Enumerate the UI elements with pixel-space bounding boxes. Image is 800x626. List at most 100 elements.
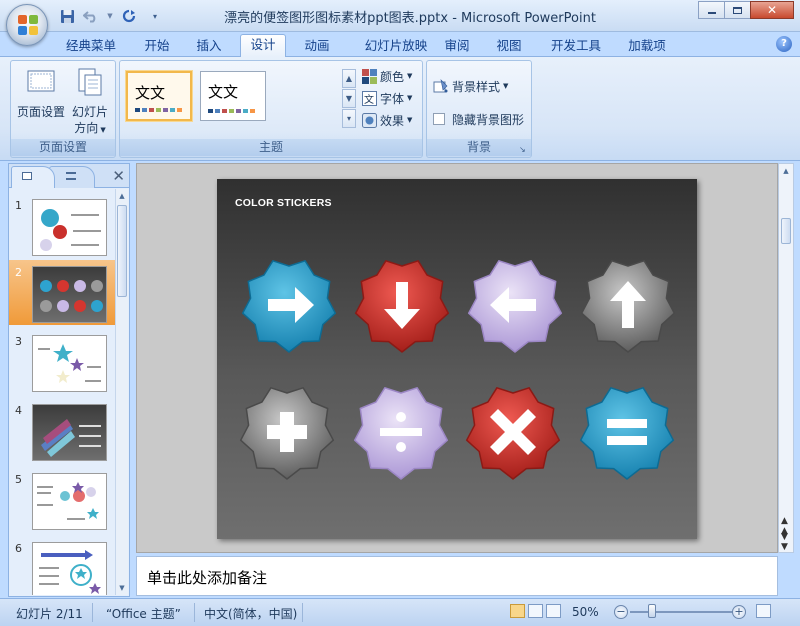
close-button[interactable]: ✕ — [750, 1, 794, 19]
checkbox-icon — [433, 113, 445, 125]
tab-insert[interactable]: 插入 — [188, 36, 230, 56]
slide-thumbnail[interactable]: 5 — [9, 467, 115, 532]
slide-2-preview — [32, 266, 107, 323]
slide-orientation-button[interactable]: 幻灯片 方向 ▼ — [67, 67, 113, 138]
slide-5-preview — [32, 473, 107, 530]
redo-icon — [122, 9, 136, 23]
slide-thumbnail[interactable]: 6 — [9, 536, 115, 595]
sticker-divide-icon[interactable] — [351, 382, 451, 482]
tab-slides[interactable] — [11, 166, 55, 188]
tab-view[interactable]: 视图 — [488, 36, 530, 56]
scroll-down-icon[interactable]: ▼ — [116, 581, 128, 595]
title-bar: ▼ ▾ 漂亮的便签图形图标素材ppt图表.pptx - Microsoft Po… — [0, 0, 800, 32]
zoom-in-icon[interactable]: + — [732, 605, 746, 619]
outline-icon — [66, 172, 76, 180]
save-button[interactable] — [58, 7, 76, 25]
theme-office-selected[interactable]: 文文 — [126, 71, 192, 121]
effects-icon — [362, 112, 377, 128]
save-icon — [60, 9, 74, 23]
theme-fonts-button[interactable]: 文 字体 ▼ — [362, 88, 412, 108]
sticker-equals-icon[interactable] — [577, 382, 677, 482]
dropdown-arrow-icon: ▼ — [407, 72, 413, 80]
zoom-slider[interactable] — [630, 611, 734, 613]
undo-button[interactable] — [82, 7, 100, 25]
notes-placeholder: 单击此处添加备注 — [147, 569, 268, 587]
slide-thumbnail-selected[interactable]: 2 — [9, 260, 115, 325]
minimize-icon — [707, 11, 716, 14]
slides-pane-scrollbar[interactable]: ▲ ▼ — [115, 189, 128, 595]
sticker-multiply-icon[interactable] — [463, 382, 563, 482]
tab-design[interactable]: 设计 — [240, 34, 286, 57]
tab-outline[interactable] — [49, 166, 95, 188]
slides-icon — [22, 172, 32, 180]
customize-qat-icon[interactable]: ▾ — [150, 7, 160, 25]
page-setup-button[interactable]: 页面设置 — [17, 67, 65, 120]
slide-title[interactable]: COLOR STICKERS — [235, 197, 332, 209]
slide-thumbnail[interactable]: 1 — [9, 193, 115, 258]
tab-animations[interactable]: 动画 — [296, 36, 338, 56]
language-indicator[interactable]: 中文(简体，中国) — [204, 605, 297, 622]
dialog-launcher-icon[interactable]: ↘ — [519, 145, 528, 154]
tab-review[interactable]: 审阅 — [436, 36, 478, 56]
slide-thumbnail[interactable]: 4 — [9, 398, 115, 463]
slide-thumbnail[interactable]: 3 — [9, 329, 115, 394]
tab-slide-show[interactable]: 幻灯片放映 — [350, 36, 442, 56]
undo-dropdown-icon[interactable]: ▼ — [106, 7, 114, 25]
redo-button[interactable] — [120, 7, 138, 25]
fit-to-window-icon[interactable] — [756, 604, 771, 618]
status-bar: 幻灯片 2/11 “Office 主题” 中文(简体，中国) 50% − + — [0, 598, 800, 626]
background-styles-button[interactable]: 背景样式 ▼ — [433, 76, 508, 96]
zoom-out-icon[interactable]: − — [614, 605, 628, 619]
slide-editing-area: COLOR STICKERS — [136, 163, 778, 553]
theme-effects-button[interactable]: 效果 ▼ — [362, 110, 412, 130]
sticker-arrow-left-icon[interactable] — [465, 255, 565, 355]
scroll-up-icon[interactable]: ▲ — [779, 164, 793, 178]
office-button[interactable] — [6, 4, 48, 46]
close-pane-icon[interactable]: ✕ — [112, 167, 125, 185]
fonts-icon: 文 — [362, 90, 377, 106]
window-title: 漂亮的便签图形图标素材ppt图表.pptx - Microsoft PowerP… — [224, 11, 596, 26]
slide-canvas[interactable]: COLOR STICKERS — [217, 179, 697, 539]
gallery-down-button[interactable]: ▼ — [342, 89, 356, 108]
sticker-plus-icon[interactable] — [237, 382, 337, 482]
slide-orientation-icon — [78, 68, 102, 96]
slide-scrollbar[interactable]: ▲ ▲ ▲ ▼ ▼ — [778, 163, 794, 553]
tab-classic-menu[interactable]: 经典菜单 — [58, 36, 124, 56]
tab-add-ins[interactable]: 加载项 — [620, 36, 674, 56]
zoom-slider-thumb[interactable] — [648, 604, 656, 618]
quick-access-toolbar: ▼ ▾ — [58, 6, 160, 26]
next-slide-icon[interactable]: ▼ ▼ — [781, 532, 788, 552]
group-page-setup: 页面设置 幻灯片 方向 ▼ 页面设置 — [10, 60, 116, 158]
scrollbar-thumb[interactable] — [781, 218, 791, 244]
dropdown-arrow-icon: ▼ — [407, 116, 413, 124]
page-setup-icon — [27, 70, 55, 92]
slide-sorter-view-icon[interactable] — [528, 604, 543, 618]
gallery-more-button[interactable]: ▾ — [342, 109, 356, 128]
notes-pane[interactable]: 单击此处添加备注 — [136, 556, 778, 596]
theme-color-bars — [208, 109, 255, 113]
scrollbar-thumb[interactable] — [117, 205, 127, 297]
sticker-arrow-right-icon[interactable] — [239, 255, 339, 355]
help-icon[interactable]: ? — [776, 36, 792, 52]
hide-background-graphics-checkbox[interactable]: 隐藏背景图形 — [433, 109, 524, 129]
theme-colors-button[interactable]: 颜色 ▼ — [362, 66, 412, 86]
slide-6-preview — [32, 542, 107, 595]
sticker-arrow-down-icon[interactable] — [352, 255, 452, 355]
minimize-button[interactable] — [698, 1, 725, 19]
zoom-level[interactable]: 50% — [572, 605, 599, 619]
slides-pane: ✕ 1 2 3 4 5 6 ▲ ▼ — [8, 163, 130, 597]
tab-home[interactable]: 开始 — [136, 36, 178, 56]
normal-view-icon[interactable] — [510, 604, 525, 618]
gallery-up-button[interactable]: ▲ — [342, 69, 356, 88]
slide-show-view-icon[interactable] — [546, 604, 561, 618]
scroll-up-icon[interactable]: ▲ — [116, 189, 128, 203]
group-label-page-setup: 页面设置 — [11, 139, 115, 156]
theme-thumbnail-2[interactable]: 文文 — [200, 71, 266, 121]
group-themes: 文文 文文 ▲ ▼ ▾ 颜色 ▼ 文 字体 ▼ 效果 ▼ 主题 — [119, 60, 423, 158]
tab-developer[interactable]: 开发工具 — [542, 36, 610, 56]
slides-pane-tabs: ✕ — [9, 164, 129, 188]
restore-button[interactable] — [724, 1, 751, 19]
sticker-arrow-up-icon[interactable] — [578, 255, 678, 355]
group-label-themes: 主题 — [120, 139, 422, 156]
ribbon-tabs: 经典菜单 开始 插入 设计 动画 幻灯片放映 审阅 视图 开发工具 加载项 ? — [0, 32, 800, 57]
